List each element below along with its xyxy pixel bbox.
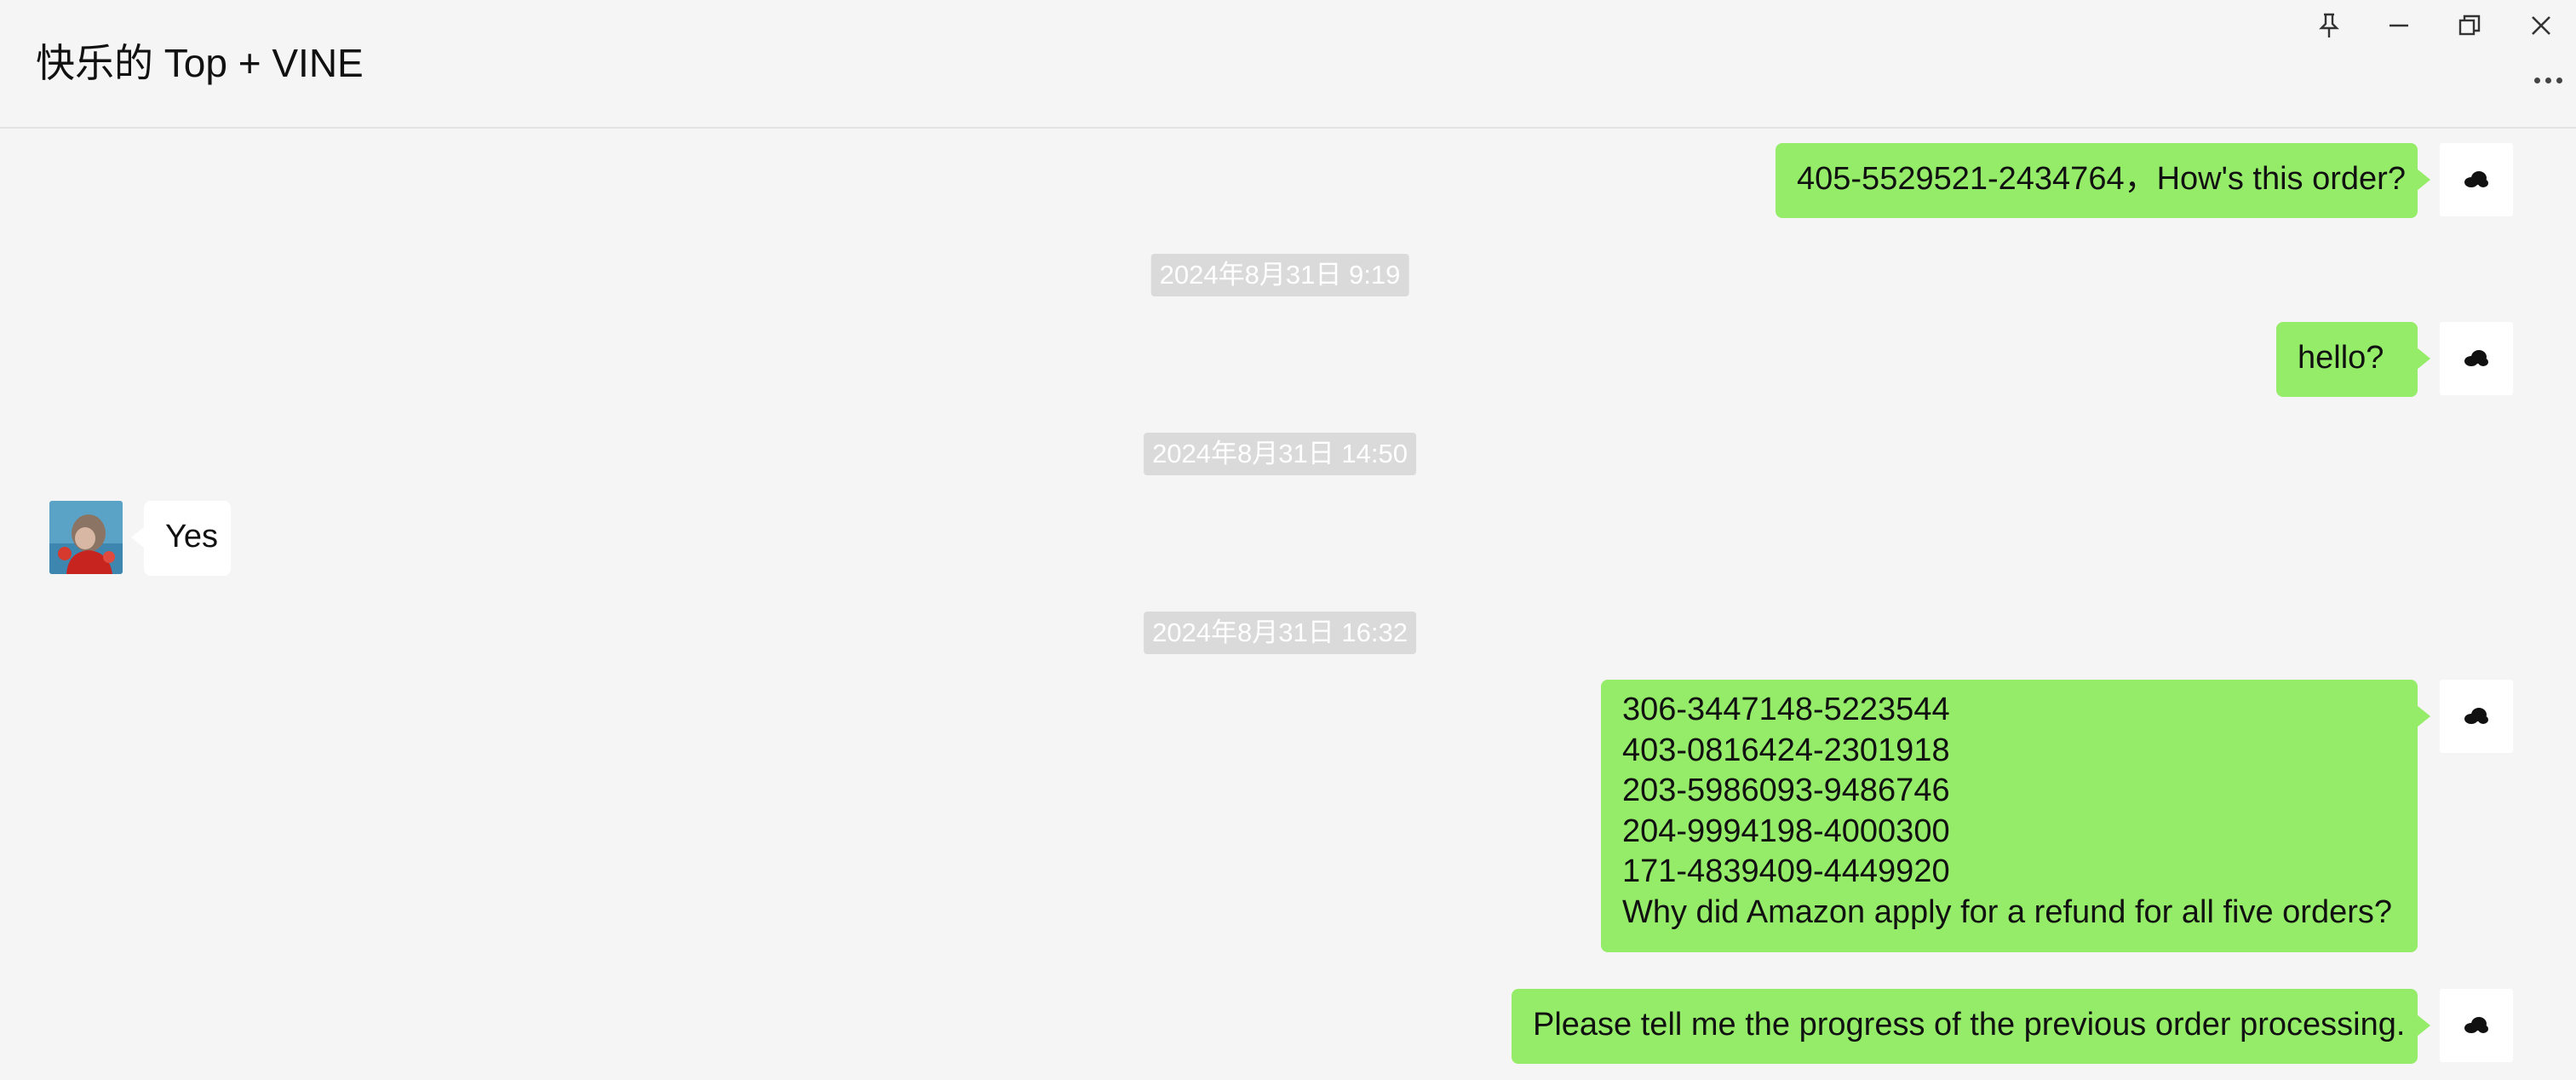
minimize-icon[interactable] [2376, 7, 2422, 44]
message-line: 171-4839409-4449920 [1622, 853, 1950, 889]
restore-icon[interactable] [2447, 7, 2493, 44]
message-bubble-outgoing[interactable]: 306-3447148-5223544 403-0816424-2301918 … [1601, 680, 2430, 952]
cloud-icon [2464, 708, 2488, 724]
message-text: 405-5529521-2434764，How's this order? [1797, 161, 2406, 197]
timestamp: 2024年8月31日 14:50 [1144, 433, 1416, 475]
message-line: 203-5986093-9486746 [1622, 773, 1950, 808]
close-icon[interactable] [2518, 7, 2564, 44]
pin-icon[interactable] [2306, 7, 2352, 44]
chat-title: 快乐的 Top + VINE [36, 41, 364, 85]
self-avatar[interactable] [2440, 989, 2513, 1062]
cloud-icon [2464, 171, 2488, 187]
message-text: hello? [2298, 340, 2384, 376]
cloud-icon [2464, 1017, 2488, 1033]
cloud-icon [2464, 350, 2488, 366]
message-bubble-outgoing[interactable]: Please tell me the progress of the previ… [1512, 989, 2430, 1064]
message-text: Yes [165, 519, 218, 554]
chat-header: 快乐的 Top + VINE [0, 0, 2576, 129]
message-bubble-outgoing[interactable]: 405-5529521-2434764，How's this order? [1776, 143, 2430, 218]
contact-avatar[interactable] [49, 501, 123, 574]
message-bubble-outgoing[interactable]: hello? [2276, 322, 2430, 397]
message-line: Why did Amazon apply for a refund for al… [1622, 893, 2393, 930]
timestamp: 2024年8月31日 9:19 [1150, 254, 1409, 296]
message-text: Please tell me the progress of the previ… [1533, 1007, 2406, 1043]
more-icon[interactable] [2527, 61, 2569, 99]
message-line: 306-3447148-5223544 [1622, 692, 1950, 727]
timestamp: 2024年8月31日 16:32 [1144, 612, 1416, 654]
message-bubble-incoming[interactable]: Yes [131, 501, 231, 576]
message-line: 403-0816424-2301918 [1622, 732, 1950, 768]
self-avatar[interactable] [2440, 322, 2513, 395]
self-avatar[interactable] [2440, 680, 2513, 753]
self-avatar[interactable] [2440, 143, 2513, 216]
message-line: 204-9994198-4000300 [1622, 813, 1950, 849]
